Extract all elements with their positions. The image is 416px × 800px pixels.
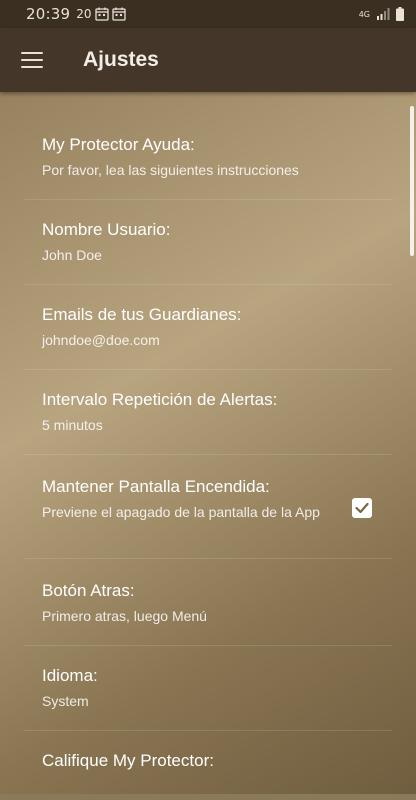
battery-icon: [396, 7, 404, 21]
pref-summary: Previene el apagado de la pantalla de la…: [42, 504, 320, 520]
app-bar: Ajustes: [0, 28, 416, 92]
calendar-icon: [111, 7, 126, 21]
pref-item-back-button[interactable]: Botón Atras: Primero atras, luego Menú: [24, 581, 392, 646]
calendar-icon: [94, 7, 109, 21]
pref-summary: John Doe: [42, 247, 102, 263]
pref-title: My Protector Ayuda:: [42, 135, 195, 154]
hamburger-menu-icon[interactable]: [21, 52, 43, 68]
pref-item-help[interactable]: My Protector Ayuda: Por favor, lea las s…: [24, 135, 392, 200]
pref-title: Mantener Pantalla Encendida:: [42, 477, 270, 496]
bottom-edge: [0, 794, 416, 800]
pref-title: Botón Atras:: [42, 581, 135, 600]
keep-screen-on-checkbox[interactable]: [352, 498, 372, 518]
pref-item-alert-interval[interactable]: Intervalo Repetición de Alertas: 5 minut…: [24, 390, 392, 455]
pref-title: Califique My Protector:: [42, 751, 214, 770]
signal-strength-icon: [377, 8, 390, 20]
network-type-indicator: 4G: [358, 9, 370, 19]
pref-item-keep-screen-on[interactable]: Mantener Pantalla Encendida: Previene el…: [24, 477, 392, 559]
status-bar: 20:39 20 4G: [0, 0, 416, 28]
pref-summary: Primero atras, luego Menú: [42, 608, 207, 624]
pref-title: Emails de tus Guardianes:: [42, 305, 242, 324]
scrollbar[interactable]: [410, 106, 414, 256]
notification-icons: 20: [76, 7, 126, 21]
pref-item-guardian-emails[interactable]: Emails de tus Guardianes: johndoe@doe.co…: [24, 305, 392, 370]
pref-summary: johndoe@doe.com: [42, 332, 160, 348]
pref-summary: 5 minutos: [42, 417, 103, 433]
pref-title: Idioma:: [42, 666, 98, 685]
pref-item-rate-app[interactable]: Califique My Protector:: [24, 751, 392, 800]
pref-title: Nombre Usuario:: [42, 220, 171, 239]
notification-weather-temp: 20: [76, 7, 92, 21]
page-title: Ajustes: [83, 48, 159, 71]
pref-item-username[interactable]: Nombre Usuario: John Doe: [24, 220, 392, 285]
pref-summary: Por favor, lea las siguientes instruccio…: [42, 162, 299, 178]
checkmark-icon: [355, 502, 369, 514]
status-icons: 4G: [359, 7, 404, 21]
settings-list[interactable]: My Protector Ayuda: Por favor, lea las s…: [0, 92, 416, 800]
pref-item-language[interactable]: Idioma: System: [24, 666, 392, 731]
pref-title: Intervalo Repetición de Alertas:: [42, 390, 278, 409]
status-time: 20:39: [26, 5, 71, 23]
pref-summary: System: [42, 693, 89, 709]
